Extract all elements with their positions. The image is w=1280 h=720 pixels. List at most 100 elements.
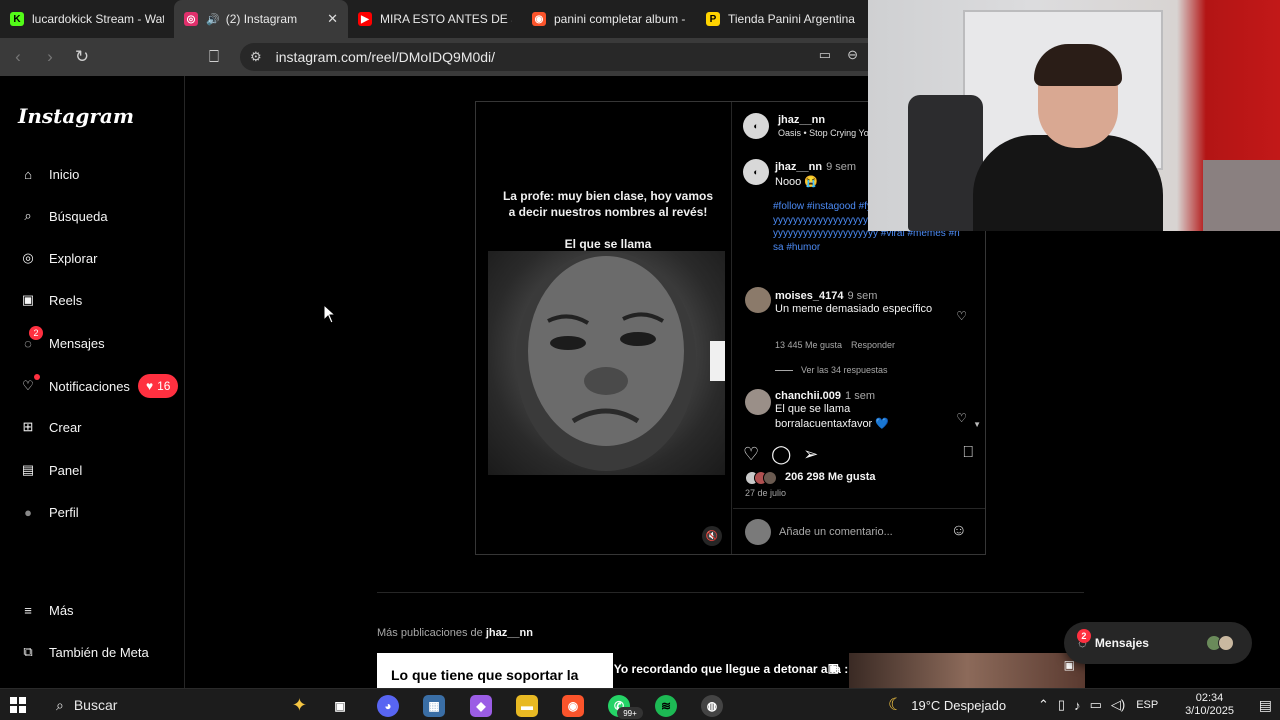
sidebar-item-reels[interactable]: ▣ Reels xyxy=(17,288,82,312)
share-icon[interactable]: ➢ xyxy=(803,444,818,465)
more-posts-heading: Más publicaciones de jhaz__nn xyxy=(377,627,533,639)
task-view-icon[interactable]: ▣ xyxy=(329,695,351,717)
video-frame-image xyxy=(488,251,725,475)
obs-icon[interactable]: ◍ xyxy=(701,695,723,717)
sidebar-item-perfil[interactable]: ● Perfil xyxy=(17,500,79,524)
sidebar-item-panel[interactable]: ▤ Panel xyxy=(17,458,82,482)
comment-user-line: chanchii.009 1 sem xyxy=(775,390,875,402)
author-avatar[interactable]: ◐ xyxy=(743,113,769,139)
webcam-gaming-chair xyxy=(908,95,983,231)
spotify-icon[interactable]: ≋ xyxy=(655,695,677,717)
instagram-logo[interactable]: Instagram xyxy=(18,104,134,128)
copilot-icon[interactable]: ◆ xyxy=(470,695,492,717)
app-icon[interactable]: ▦ xyxy=(423,695,445,717)
volume-icon[interactable]: ◁) xyxy=(1111,697,1125,713)
sidebar-item-notificaciones[interactable]: ♡ Notificaciones ♥ 16 xyxy=(17,374,179,398)
comment-avatar[interactable] xyxy=(745,389,771,415)
mouse-cursor-icon xyxy=(323,304,337,324)
thumbnail-caption: Lo que tiene que soportar la xyxy=(391,667,579,683)
emoji-icon[interactable]: ☺ xyxy=(951,522,967,540)
sidebar-item-label: Búsqueda xyxy=(49,208,108,224)
view-replies-link[interactable]: Ver las 34 respuestas xyxy=(775,365,888,375)
whatsapp-badge: 99+ xyxy=(617,707,643,719)
back-icon[interactable]: ‹ xyxy=(4,43,32,71)
sidebar-item-inicio[interactable]: ⌂ Inicio xyxy=(17,162,79,186)
comment-likes[interactable]: 13 445 Me gusta xyxy=(775,340,842,350)
weather-widget[interactable]: ☾ 19°C Despejado xyxy=(888,689,1006,720)
copilot-sparkle-icon[interactable]: ✦ xyxy=(292,695,307,716)
camera-icon[interactable]: ▯ xyxy=(1058,697,1065,713)
tab-panini[interactable]: P Tienda Panini Argentina xyxy=(696,0,870,38)
webcam-person-hair xyxy=(1034,44,1122,86)
notification-center-icon[interactable]: ▤ xyxy=(1259,697,1272,714)
save-bookmark-icon[interactable]: ⎕ xyxy=(963,444,973,462)
weather-text: 19°C Despejado xyxy=(911,697,1007,713)
sidebar-item-explorar[interactable]: ◎ Explorar xyxy=(17,246,97,270)
sidebar-item-tambien-de-meta[interactable]: ⧉ También de Meta xyxy=(17,640,148,664)
webcam-overlay xyxy=(868,0,1280,231)
home-icon: ⌂ xyxy=(24,166,32,182)
like-count[interactable]: 206 298 Me gusta xyxy=(785,471,876,483)
taskbar-clock[interactable]: 02:34 3/10/2025 xyxy=(1185,692,1234,718)
thumbnail-caption: Yo recordando que llegue a detonar a la … xyxy=(613,662,849,676)
comment-input[interactable]: Añade un comentario... xyxy=(779,526,893,538)
sidebar-item-label: Explorar xyxy=(49,250,98,266)
scroll-down-arrow-icon[interactable]: ▼ xyxy=(973,420,981,429)
discord-icon[interactable]: ◕ xyxy=(377,695,399,717)
forward-icon[interactable]: › xyxy=(36,43,64,71)
sidebar-item-label: Reels xyxy=(49,292,83,308)
file-explorer-icon[interactable]: ▬ xyxy=(516,695,538,717)
tab-instagram[interactable]: ◎ 🔊 (2) Instagram ✕ xyxy=(174,0,348,38)
author-username[interactable]: jhaz__nn xyxy=(778,114,825,126)
taskbar-search[interactable]: ⌕ Buscar ✦ xyxy=(48,690,313,720)
browser-tab-strip: K lucardokick Stream - Watch ◎ 🔊 (2) Ins… xyxy=(0,0,870,38)
comment-username[interactable]: chanchii.009 xyxy=(775,390,841,402)
comment-avatar[interactable] xyxy=(745,287,771,313)
tab-brave-search[interactable]: ◉ panini completar album - B xyxy=(522,0,696,38)
like-comment-icon[interactable]: ♡ xyxy=(956,411,967,425)
show-hidden-icons-chevron[interactable]: ⌃ xyxy=(1038,697,1049,713)
sidebar-item-label: Panel xyxy=(49,462,83,478)
sidebar-item-busqueda[interactable]: ⌕ Búsqueda xyxy=(17,204,108,228)
more-posts-prefix: Más publicaciones de xyxy=(377,627,483,639)
mute-toggle-icon[interactable]: 🔇 xyxy=(702,526,722,546)
site-info-icon[interactable]: ⚙ xyxy=(250,49,262,65)
sidebar-item-mensajes[interactable]: ◌ 2 Mensajes xyxy=(17,326,105,355)
reel-video[interactable]: La profe: muy bien clase, hoy vamos a de… xyxy=(476,102,732,554)
comment-icon[interactable]: ◯ xyxy=(771,444,791,465)
webcam-person-body xyxy=(973,135,1163,231)
speaker-icon[interactable]: 🔊 xyxy=(206,13,220,26)
address-bar[interactable]: ⚙ instagram.com/reel/DMoIDQ9M0di/ ▭ ⊖ xyxy=(240,43,868,71)
windows-start-icon[interactable] xyxy=(10,697,26,713)
reload-icon[interactable]: ↻ xyxy=(68,43,96,71)
brave-browser-icon[interactable]: ◉ xyxy=(562,695,584,717)
close-tab-icon[interactable]: ✕ xyxy=(327,11,338,27)
sidebar-item-crear[interactable]: ⊞ Crear xyxy=(17,415,82,439)
tab-kick[interactable]: K lucardokick Stream - Watch xyxy=(0,0,174,38)
windows-taskbar: ⌕ Buscar ✦ ▣ ◕ ▦ ◆ ▬ ◉ ✆ 99+ ≋ ◍ ☾ 19°C … xyxy=(0,688,1280,720)
heart-icon: ♡ xyxy=(17,374,40,397)
bookmark-icon[interactable]: ⎕ xyxy=(200,43,228,71)
reply-button[interactable]: Responder xyxy=(851,340,895,350)
taskbar-search-label: Buscar xyxy=(73,697,118,713)
like-comment-icon[interactable]: ♡ xyxy=(956,309,967,323)
microphone-icon[interactable]: ♪ xyxy=(1074,698,1081,713)
sidebar-item-mas[interactable]: ≡ Más xyxy=(17,598,73,622)
language-indicator[interactable]: ESP xyxy=(1136,699,1158,711)
more-posts-user[interactable]: jhaz__nn xyxy=(486,627,533,639)
more-post-thumbnail[interactable]: Yo recordando que llegue a detonar a la … xyxy=(613,653,849,688)
network-icon[interactable]: ▭ xyxy=(1090,697,1102,713)
caption-username[interactable]: jhaz__nn xyxy=(775,161,822,173)
messages-pill[interactable]: ◌ 2 Mensajes xyxy=(1064,622,1252,664)
kick-icon: K xyxy=(10,12,24,26)
more-post-thumbnail[interactable]: ▣ xyxy=(849,653,1085,688)
comment-username[interactable]: moises_4174 xyxy=(775,290,844,302)
like-icon[interactable]: ♡ xyxy=(743,444,759,465)
menu-icon: ≡ xyxy=(24,602,32,618)
caption-avatar[interactable]: ◐ xyxy=(743,159,769,185)
audio-track[interactable]: Oasis • Stop Crying Yo xyxy=(778,128,869,138)
more-post-thumbnail[interactable]: Lo que tiene que soportar la xyxy=(377,653,613,688)
install-app-icon[interactable]: ▭ xyxy=(819,47,831,63)
zoom-icon[interactable]: ⊖ xyxy=(847,47,858,63)
tab-youtube[interactable]: ▶ MIRA ESTO ANTES DE SUBIR xyxy=(348,0,522,38)
